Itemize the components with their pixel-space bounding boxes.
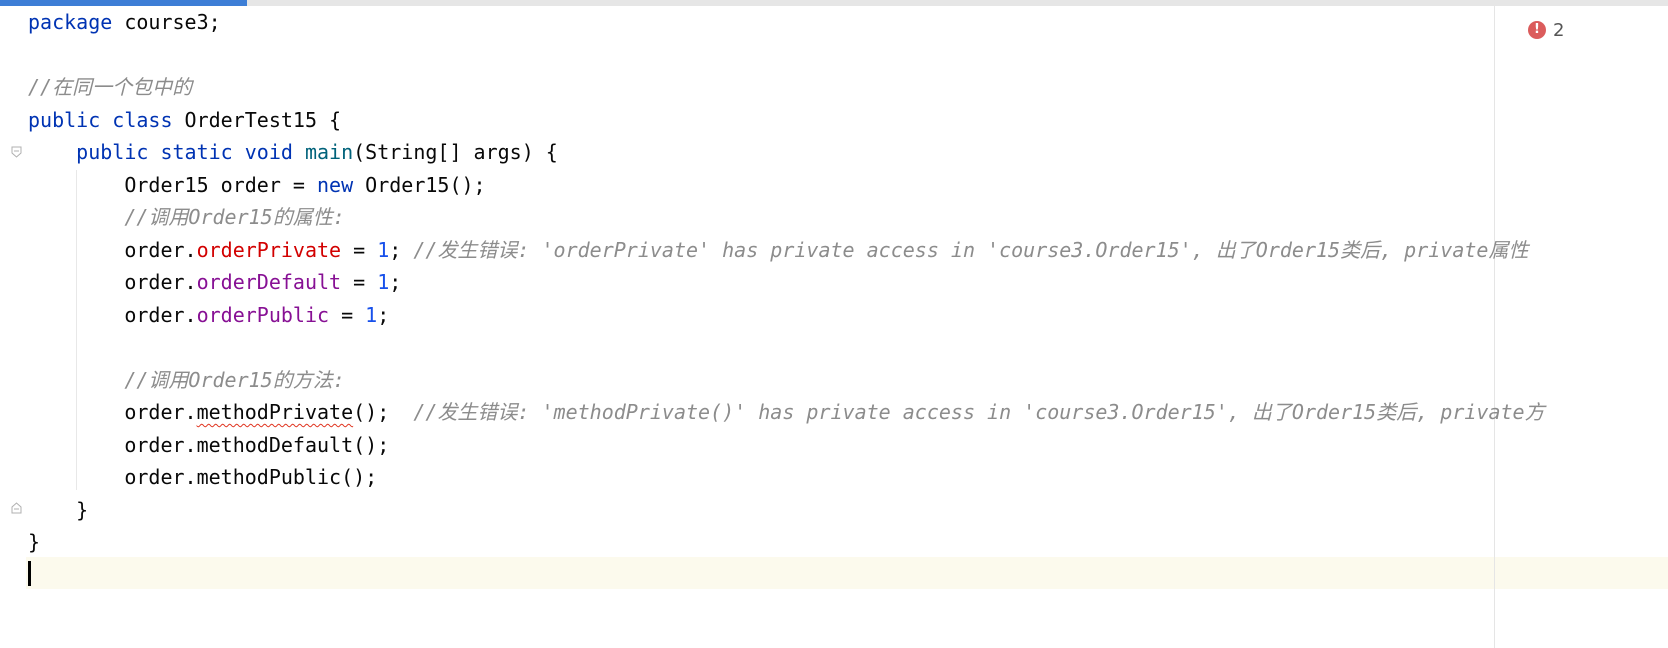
code-area[interactable]: package course3; //在同一个包中的 public class … [28,6,1668,648]
code-line-9: order.orderDefault = 1; [28,270,402,294]
code-line-4: public class OrderTest15 { [28,107,342,132]
code-line-16: } [28,497,89,522]
error-field-orderPrivate: orderPrivate [196,237,342,262]
code-line-5: public static void main(String[] args) { [76,140,558,164]
inspection-widget[interactable]: ! 2 [1528,19,1564,41]
fold-close-icon[interactable] [11,502,22,514]
error-circle-icon[interactable]: ! [1528,21,1546,39]
editor-gutter[interactable] [0,6,26,648]
code-line-13: order.methodPrivate(); //发生错误: 'methodPr… [28,400,1545,424]
code-line-8: order.orderPrivate = 1; //发生错误: 'orderPr… [28,237,1529,262]
code-line-14: order.methodDefault(); [28,432,390,457]
code-editor[interactable]: package course3; //在同一个包中的 public class … [0,0,1668,648]
code-line-17: } [28,530,41,554]
error-count[interactable]: 2 [1553,20,1564,41]
text-caret [28,561,31,586]
code-line-7: //调用Order15的属性: [28,205,345,229]
code-line-1: package course3; [28,10,221,34]
code-line-6: Order15 order = new Order15(); [28,172,486,197]
code-line-3: //在同一个包中的 [28,75,193,99]
code-line-15: order.methodPublic(); [28,465,378,489]
code-line-12: //调用Order15的方法: [28,367,345,392]
fold-open-icon[interactable] [11,146,22,158]
code-line-10: order.orderPublic = 1; [28,302,390,327]
error-method-methodPrivate: methodPrivate [196,400,354,424]
